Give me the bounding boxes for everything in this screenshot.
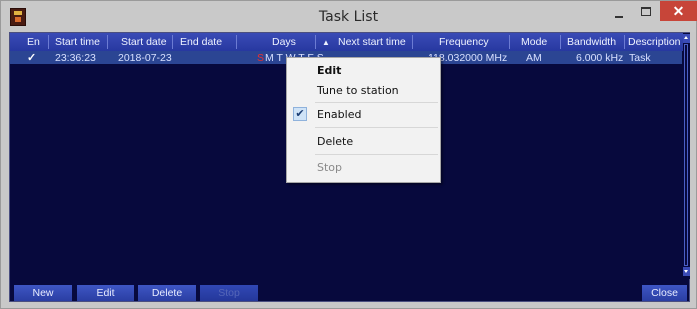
scroll-thumb[interactable]: [684, 44, 688, 266]
scroll-down-icon[interactable]: [683, 267, 690, 276]
col-header-en[interactable]: En: [27, 36, 40, 48]
col-header-next-start-time[interactable]: Next start time: [338, 36, 406, 48]
col-header-start-time[interactable]: Start time: [55, 36, 100, 48]
cell-mode: AM: [526, 52, 542, 64]
vertical-scrollbar[interactable]: [683, 33, 690, 279]
edit-button[interactable]: Edit: [77, 285, 134, 301]
menu-separator: [315, 102, 438, 103]
col-header-days[interactable]: Days: [272, 36, 296, 48]
col-header-start-date[interactable]: Start date: [121, 36, 167, 48]
menu-item-stop[interactable]: Stop: [317, 161, 342, 174]
new-button[interactable]: New: [14, 285, 72, 301]
table-header: En Start time Start date End date Days ▲…: [10, 33, 689, 51]
col-header-end-date[interactable]: End date: [180, 36, 222, 48]
stop-button[interactable]: Stop: [200, 285, 258, 301]
cell-days-sunday: S: [257, 52, 265, 64]
task-list-window: Task List ✕ En Start time Start date End…: [0, 0, 697, 309]
col-header-frequency[interactable]: Frequency: [439, 36, 489, 48]
col-header-mode[interactable]: Mode: [521, 36, 547, 48]
cell-start-time: 23:36:23: [55, 52, 96, 64]
context-menu: Edit Tune to station ✔ Enabled Delete St…: [286, 57, 441, 183]
scroll-up-icon[interactable]: [683, 34, 690, 43]
checkmark-icon: ✔: [293, 107, 307, 121]
cell-description: Task: [629, 52, 651, 64]
title-bar: Task List ✕: [1, 1, 697, 32]
cell-bandwidth: 6.000 kHz: [576, 52, 624, 64]
close-button[interactable]: Close: [642, 285, 687, 301]
enabled-check-icon[interactable]: ✓: [27, 51, 36, 64]
menu-item-enabled[interactable]: Enabled: [317, 108, 361, 121]
minimize-button[interactable]: [612, 7, 626, 21]
window-close-button[interactable]: ✕: [660, 1, 697, 21]
sort-ascending-icon: ▲: [322, 38, 330, 47]
delete-button[interactable]: Delete: [138, 285, 196, 301]
window-title: Task List: [318, 9, 379, 25]
menu-item-edit[interactable]: Edit: [317, 64, 341, 77]
cell-start-date: 2018-07-23: [118, 52, 172, 64]
menu-item-tune-to-station[interactable]: Tune to station: [317, 84, 399, 97]
maximize-button[interactable]: [638, 4, 654, 18]
menu-separator: [315, 127, 438, 128]
menu-item-delete[interactable]: Delete: [317, 135, 353, 148]
col-header-description[interactable]: Description: [628, 36, 681, 48]
col-header-bandwidth[interactable]: Bandwidth: [567, 36, 616, 48]
menu-separator: [315, 154, 438, 155]
